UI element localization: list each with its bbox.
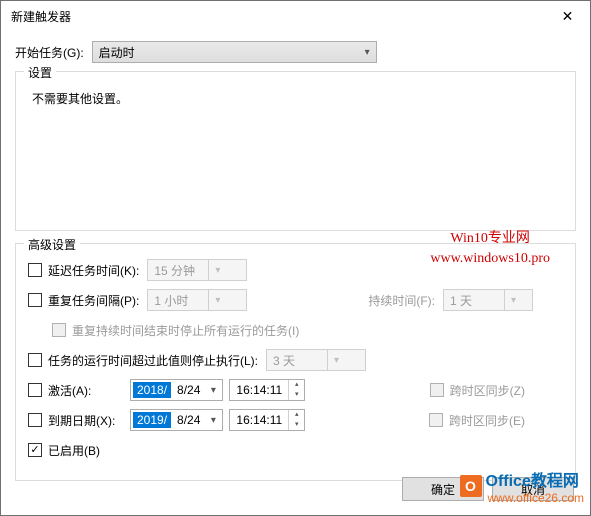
begin-task-label: 开始任务(G): bbox=[15, 44, 84, 61]
settings-group: 设置 不需要其他设置。 bbox=[15, 71, 576, 231]
delay-value: 15 分钟 bbox=[148, 262, 208, 279]
duration-value: 1 天 bbox=[444, 292, 504, 309]
stop-longer-checkbox[interactable] bbox=[28, 353, 42, 367]
duration-label: 持续时间(F): bbox=[368, 292, 435, 309]
calendar-down-icon: ▾ bbox=[204, 380, 222, 400]
close-icon: ✕ bbox=[562, 8, 574, 25]
begin-task-row: 开始任务(G): 启动时 ▾ bbox=[15, 41, 576, 63]
tz-sync1-checkbox bbox=[430, 383, 444, 397]
delay-label: 延迟任务时间(K): bbox=[48, 262, 139, 279]
expire-date[interactable]: 2019/ 8/24 ▾ bbox=[130, 409, 223, 431]
expire-time-value: 16:14:11 bbox=[230, 413, 288, 427]
activate-date-md: 8/24 bbox=[173, 383, 204, 397]
delay-checkbox[interactable] bbox=[28, 263, 42, 277]
repeat-value: 1 小时 bbox=[148, 292, 208, 309]
title-bar: 新建触发器 ✕ bbox=[1, 1, 590, 31]
stop-longer-value: 3 天 bbox=[267, 352, 327, 369]
repeat-label: 重复任务间隔(P): bbox=[48, 292, 139, 309]
expire-date-year: 2019/ bbox=[133, 412, 171, 428]
expire-time[interactable]: 16:14:11 ▴▾ bbox=[229, 409, 305, 431]
stop-longer-combo[interactable]: 3 天 ▾ bbox=[266, 349, 366, 371]
activate-checkbox[interactable] bbox=[28, 383, 42, 397]
enabled-checkbox[interactable] bbox=[28, 443, 42, 457]
stop-at-end-label: 重复持续时间结束时停止所有运行的任务(I) bbox=[72, 322, 299, 339]
calendar-down-icon: ▾ bbox=[204, 410, 222, 430]
chevron-down-icon: ▾ bbox=[365, 47, 370, 58]
tz-sync2-checkbox bbox=[429, 413, 443, 427]
time-spinner[interactable]: ▴▾ bbox=[288, 410, 304, 430]
activate-date-year: 2018/ bbox=[133, 382, 171, 398]
repeat-combo[interactable]: 1 小时 ▾ bbox=[147, 289, 247, 311]
activate-time-value: 16:14:11 bbox=[230, 383, 288, 397]
chevron-down-icon: ▾ bbox=[208, 290, 226, 310]
settings-legend: 设置 bbox=[24, 64, 56, 81]
stop-at-end-checkbox bbox=[52, 323, 66, 337]
chevron-down-icon: ▾ bbox=[504, 290, 522, 310]
chevron-down-icon: ▾ bbox=[327, 350, 345, 370]
duration-combo[interactable]: 1 天 ▾ bbox=[443, 289, 533, 311]
cancel-button[interactable]: 取消 bbox=[492, 477, 574, 501]
tz-sync1-label: 跨时区同步(Z) bbox=[450, 382, 525, 399]
activate-label: 激活(A): bbox=[48, 382, 122, 399]
window-title: 新建触发器 bbox=[11, 8, 545, 25]
settings-message: 不需要其他设置。 bbox=[28, 86, 563, 107]
begin-task-dropdown[interactable]: 启动时 ▾ bbox=[92, 41, 377, 63]
close-button[interactable]: ✕ bbox=[545, 1, 590, 31]
expire-label: 到期日期(X): bbox=[48, 412, 122, 429]
dialog-buttons: 确定 取消 bbox=[402, 477, 574, 501]
delay-combo[interactable]: 15 分钟 ▾ bbox=[147, 259, 247, 281]
expire-date-md: 8/24 bbox=[173, 413, 204, 427]
chevron-down-icon: ▾ bbox=[208, 260, 226, 280]
advanced-group: 高级设置 延迟任务时间(K): 15 分钟 ▾ 重复任务间隔(P): 1 小时 … bbox=[15, 243, 576, 481]
expire-checkbox[interactable] bbox=[28, 413, 42, 427]
tz-sync2-label: 跨时区同步(E) bbox=[449, 412, 525, 429]
ok-button[interactable]: 确定 bbox=[402, 477, 484, 501]
enabled-label: 已启用(B) bbox=[48, 442, 100, 459]
advanced-legend: 高级设置 bbox=[24, 236, 80, 253]
activate-time[interactable]: 16:14:11 ▴▾ bbox=[229, 379, 305, 401]
stop-longer-label: 任务的运行时间超过此值则停止执行(L): bbox=[48, 352, 258, 369]
begin-task-value: 启动时 bbox=[99, 44, 135, 61]
repeat-checkbox[interactable] bbox=[28, 293, 42, 307]
activate-date[interactable]: 2018/ 8/24 ▾ bbox=[130, 379, 223, 401]
time-spinner[interactable]: ▴▾ bbox=[288, 380, 304, 400]
